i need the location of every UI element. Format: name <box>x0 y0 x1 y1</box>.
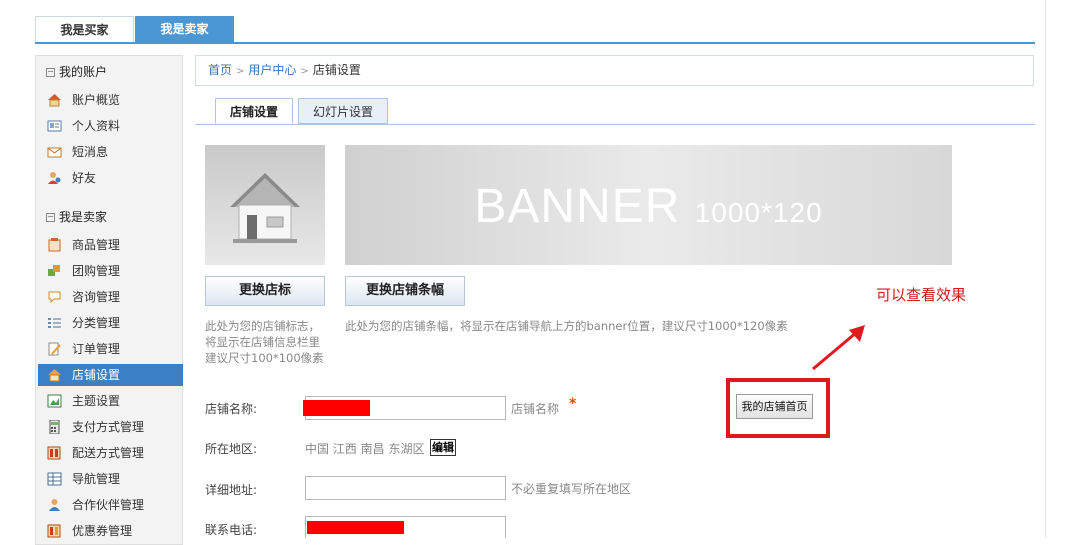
sidebar-item-label: 合作伙伴管理 <box>72 498 145 512</box>
sidebar-item-label: 分类管理 <box>72 316 121 330</box>
banner-placeholder-text: BANNER 1000*120 <box>345 179 952 234</box>
tab-seller[interactable]: 我是卖家 <box>135 16 234 42</box>
order-edit-icon <box>48 342 61 356</box>
phone-label: 联系电话: <box>205 523 258 537</box>
envelope-icon <box>47 147 62 158</box>
annotation-arrow-icon <box>812 325 865 371</box>
sidebar-item-label: 团购管理 <box>72 264 121 278</box>
page-edge-line <box>1045 0 1046 538</box>
store-name-note: 店铺名称 <box>511 402 560 416</box>
redacted-value <box>303 400 370 416</box>
goods-icon <box>48 238 61 252</box>
breadcrumb-user-center-link[interactable]: 用户中心 <box>248 63 296 77</box>
banner-main-text: BANNER <box>474 180 681 233</box>
partner-icon <box>49 499 60 511</box>
sidebar-item-label: 好友 <box>72 171 97 185</box>
required-mark: * <box>569 396 577 412</box>
chat-bubble-icon <box>48 291 61 304</box>
nav-grid-icon <box>47 472 62 486</box>
store-home-icon <box>48 369 61 382</box>
sidebar-item-label: 优惠券管理 <box>72 524 133 538</box>
sidebar-item-messages[interactable]: 短消息 <box>38 141 183 163</box>
tab-divider <box>195 124 1035 125</box>
sidebar-item-label: 订单管理 <box>72 342 121 356</box>
delivery-icon <box>47 446 61 460</box>
banner-size-text: 1000*120 <box>694 197 823 228</box>
breadcrumb: 首页 > 用户中心 > 店铺设置 <box>195 55 1034 86</box>
logo-hint: 此处为您的店铺标志， 将显示在店铺信息栏里 建议尺寸100*100像素 <box>205 318 335 366</box>
store-name-input[interactable] <box>303 396 506 420</box>
store-logo-preview <box>205 145 325 265</box>
sidebar-item-label: 账户概览 <box>72 93 121 107</box>
sidebar-item-groupbuy[interactable]: 团购管理 <box>38 260 183 282</box>
address-input[interactable] <box>305 476 506 500</box>
banner-hint: 此处为您的店铺条幅，将显示在店铺导航上方的banner位置，建议尺寸1000*1… <box>345 319 788 333</box>
sidebar-section-account[interactable]: − 我的账户 <box>46 63 107 80</box>
calculator-icon <box>49 420 60 434</box>
home-icon <box>48 94 61 107</box>
logo-hint-line: 将显示在店铺信息栏里 <box>205 335 320 349</box>
sidebar-item-partners[interactable]: 合作伙伴管理 <box>38 494 183 516</box>
sidebar-item-theme[interactable]: 主题设置 <box>38 390 183 412</box>
sidebar-item-label: 导航管理 <box>72 472 121 486</box>
logo-hint-line: 建议尺寸100*100像素 <box>205 351 324 365</box>
sidebar-item-orders[interactable]: 订单管理 <box>38 338 183 360</box>
sidebar-item-friends[interactable]: 好友 <box>38 167 183 189</box>
sidebar-item-consult[interactable]: 咨询管理 <box>38 286 183 308</box>
sidebar-item-label: 商品管理 <box>72 238 121 252</box>
collapse-icon: − <box>46 67 55 77</box>
id-card-icon <box>47 120 62 132</box>
tab-buyer[interactable]: 我是买家 <box>35 16 134 42</box>
tab-store-settings[interactable]: 店铺设置 <box>215 98 293 124</box>
sidebar-item-payment[interactable]: 支付方式管理 <box>38 416 183 438</box>
redacted-value <box>307 521 404 534</box>
sidebar-item-profile[interactable]: 个人资料 <box>38 115 183 137</box>
breadcrumb-separator: > <box>300 66 309 77</box>
puzzle-icon <box>48 265 60 276</box>
sidebar-item-label: 配送方式管理 <box>72 446 145 460</box>
sidebar: − 我的账户 账户概览 个人资料 短消息 好友 − 我是卖家 商品管理 团购管理 咨… <box>35 55 183 545</box>
tab-slide-settings[interactable]: 幻灯片设置 <box>298 98 388 124</box>
my-store-home-button[interactable]: 我的店铺首页 <box>736 394 813 419</box>
theme-icon <box>47 394 62 408</box>
region-label: 所在地区: <box>205 442 258 456</box>
sidebar-item-delivery[interactable]: 配送方式管理 <box>38 442 183 464</box>
annotation-text: 可以查看效果 <box>876 286 967 304</box>
sidebar-section-label: 我的账户 <box>59 65 108 79</box>
coupon-icon <box>47 524 61 538</box>
breadcrumb-current: 店铺设置 <box>312 63 361 77</box>
collapse-icon: − <box>46 212 55 222</box>
logo-hint-line: 此处为您的店铺标志， <box>205 319 320 333</box>
address-label: 详细地址: <box>205 483 258 497</box>
region-value: 中国 江西 南昌 东湖区 <box>305 442 425 456</box>
sidebar-item-label: 咨询管理 <box>72 290 121 304</box>
breadcrumb-separator: > <box>236 66 245 77</box>
sidebar-section-seller[interactable]: − 我是卖家 <box>46 208 107 225</box>
phone-input[interactable] <box>305 516 506 538</box>
sidebar-item-coupons[interactable]: 优惠券管理 <box>38 520 183 542</box>
top-tab-underline <box>35 42 1035 44</box>
sidebar-section-label: 我是卖家 <box>59 210 108 224</box>
sidebar-item-label: 短消息 <box>72 145 109 159</box>
sidebar-item-category[interactable]: 分类管理 <box>38 312 183 334</box>
sidebar-item-label: 个人资料 <box>72 119 121 133</box>
store-banner-preview: BANNER 1000*120 <box>345 145 952 265</box>
sidebar-item-navigation[interactable]: 导航管理 <box>38 468 183 490</box>
sidebar-item-account-overview[interactable]: 账户概览 <box>38 89 183 111</box>
change-banner-button[interactable]: 更换店铺条幅 <box>345 276 465 306</box>
category-list-icon <box>48 318 61 328</box>
address-note: 不必重复填写所在地区 <box>511 482 632 496</box>
sidebar-item-goods[interactable]: 商品管理 <box>38 234 183 256</box>
store-name-label: 店铺名称: <box>205 402 258 416</box>
change-logo-button[interactable]: 更换店标 <box>205 276 325 306</box>
sidebar-item-label: 主题设置 <box>72 394 121 408</box>
breadcrumb-home-link[interactable]: 首页 <box>208 63 232 77</box>
edit-region-button[interactable]: 编辑 <box>430 439 456 456</box>
sidebar-item-store-settings[interactable]: 店铺设置 <box>38 364 183 386</box>
friends-icon <box>48 172 61 184</box>
sidebar-item-label: 支付方式管理 <box>72 420 145 434</box>
sidebar-item-label: 店铺设置 <box>72 368 121 382</box>
house-icon <box>230 173 300 243</box>
